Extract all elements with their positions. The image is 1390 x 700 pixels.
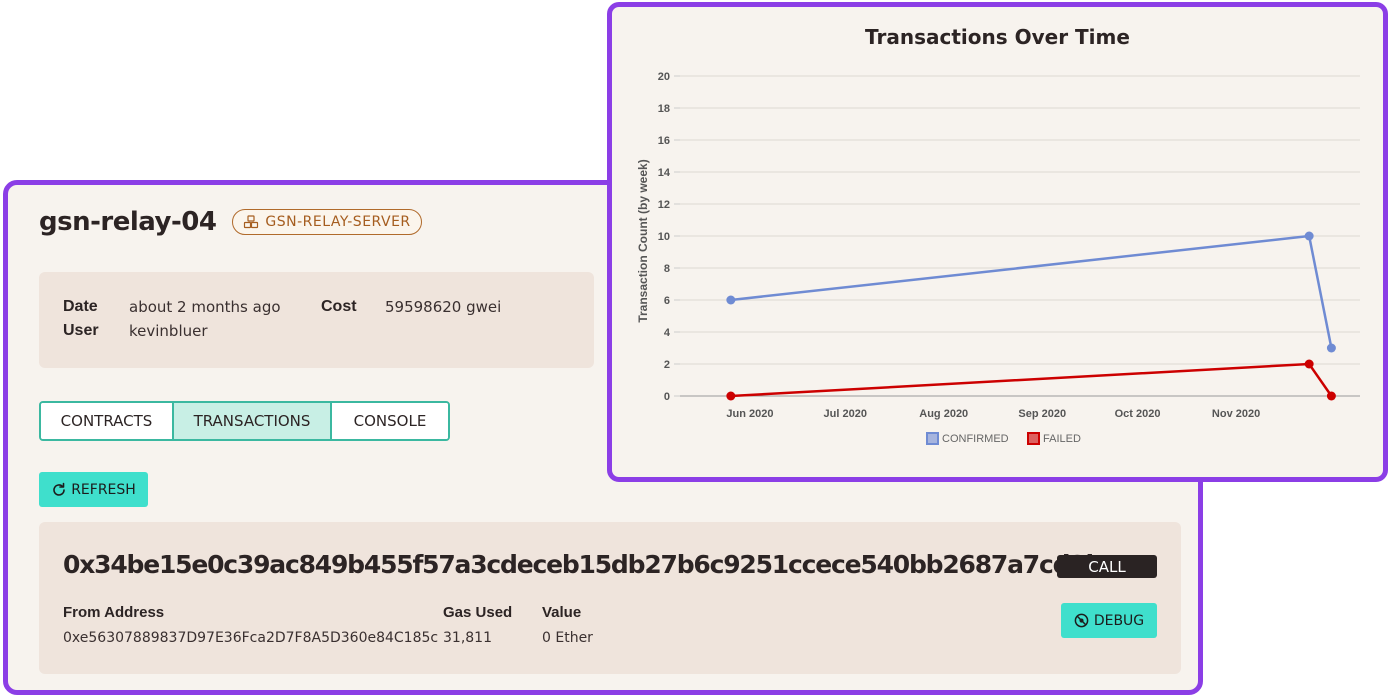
transaction-hash[interactable]: 0x34be15e0c39ac849b455f57a3cdeceb15db27b… bbox=[63, 550, 1103, 579]
debug-button[interactable]: DEBUG bbox=[1061, 603, 1157, 638]
refresh-button[interactable]: REFRESH bbox=[39, 472, 148, 507]
transaction-card: 0x34be15e0c39ac849b455f57a3cdeceb15db27b… bbox=[39, 522, 1181, 674]
x-tick-label: Jul 2020 bbox=[824, 408, 867, 420]
debug-label: DEBUG bbox=[1093, 612, 1145, 629]
series-line-confirmed bbox=[730, 234, 1333, 349]
y-tick-label: 12 bbox=[658, 199, 670, 211]
refresh-label: REFRESH bbox=[71, 481, 136, 498]
legend-label-confirmed: CONFIRMED bbox=[942, 433, 1009, 445]
gas-used-label: Gas Used bbox=[443, 604, 513, 621]
tab-bar: CONTRACTS TRANSACTIONS CONSOLE bbox=[39, 401, 450, 441]
tab-console[interactable]: CONSOLE bbox=[332, 403, 448, 439]
y-tick-label: 2 bbox=[664, 359, 670, 371]
data-point-confirmed bbox=[1304, 231, 1314, 241]
y-tick-label: 8 bbox=[664, 263, 670, 275]
refresh-icon bbox=[53, 482, 65, 496]
x-tick-label: Sep 2020 bbox=[1018, 408, 1066, 420]
x-tick-label: Oct 2020 bbox=[1115, 408, 1161, 420]
project-title: gsn-relay-04 bbox=[39, 207, 217, 237]
project-type-badge: GSN-RELAY-SERVER bbox=[232, 209, 422, 235]
y-tick-label: 18 bbox=[658, 103, 670, 115]
chart-card: Transactions Over Time Transaction Count… bbox=[607, 2, 1388, 482]
user-label: User bbox=[63, 322, 99, 339]
gas-used-value: 31,811 bbox=[443, 630, 492, 646]
data-point-confirmed bbox=[1326, 343, 1336, 353]
title-row: gsn-relay-04 GSN-RELAY-SERVER bbox=[39, 207, 422, 237]
y-tick-label: 16 bbox=[658, 135, 670, 147]
date-value: about 2 months ago bbox=[129, 298, 281, 316]
cost-value: 59598620 gwei bbox=[385, 298, 502, 316]
transactions-chart: Transaction Count (by week) 0 2 4 6 8 10 12 14 1… bbox=[636, 71, 1360, 445]
legend-swatch-failed bbox=[1027, 432, 1040, 445]
debug-icon bbox=[1074, 613, 1089, 628]
from-address-value: 0xe56307889837D97E36Fca2D7F8A5D360e84C18… bbox=[63, 630, 439, 646]
details-panel: Date about 2 months ago Cost 59598620 gw… bbox=[39, 272, 594, 368]
x-tick-label: Jun 2020 bbox=[726, 408, 773, 420]
x-tick-label: Nov 2020 bbox=[1212, 408, 1260, 420]
from-address-label: From Address bbox=[63, 604, 165, 621]
tab-transactions[interactable]: TRANSACTIONS bbox=[174, 403, 332, 439]
series-line-failed bbox=[730, 362, 1333, 398]
user-value: kevinbluer bbox=[129, 322, 208, 340]
y-tick-label: 0 bbox=[664, 391, 670, 403]
tab-contracts[interactable]: CONTRACTS bbox=[41, 403, 174, 439]
cost-label: Cost bbox=[321, 298, 357, 315]
y-tick-label: 20 bbox=[658, 71, 670, 83]
y-axis-label: Transaction Count (by week) bbox=[636, 159, 650, 322]
data-point-confirmed bbox=[726, 295, 736, 305]
cubes-icon bbox=[244, 215, 259, 229]
transaction-type-badge: CALL bbox=[1057, 555, 1157, 578]
y-tick-label: 6 bbox=[664, 295, 670, 307]
data-point-failed bbox=[726, 391, 736, 401]
date-label: Date bbox=[63, 298, 98, 315]
y-tick-label: 10 bbox=[658, 231, 670, 243]
y-tick-label: 4 bbox=[664, 327, 671, 339]
legend-swatch-confirmed bbox=[926, 432, 939, 445]
legend-label-failed: FAILED bbox=[1043, 433, 1081, 445]
value-label: Value bbox=[542, 604, 582, 621]
value-value: 0 Ether bbox=[542, 630, 593, 646]
data-point-failed bbox=[1304, 359, 1314, 369]
x-tick-label: Aug 2020 bbox=[919, 408, 968, 420]
project-type-label: GSN-RELAY-SERVER bbox=[265, 214, 411, 230]
y-tick-label: 14 bbox=[658, 167, 671, 179]
data-point-failed bbox=[1326, 391, 1336, 401]
